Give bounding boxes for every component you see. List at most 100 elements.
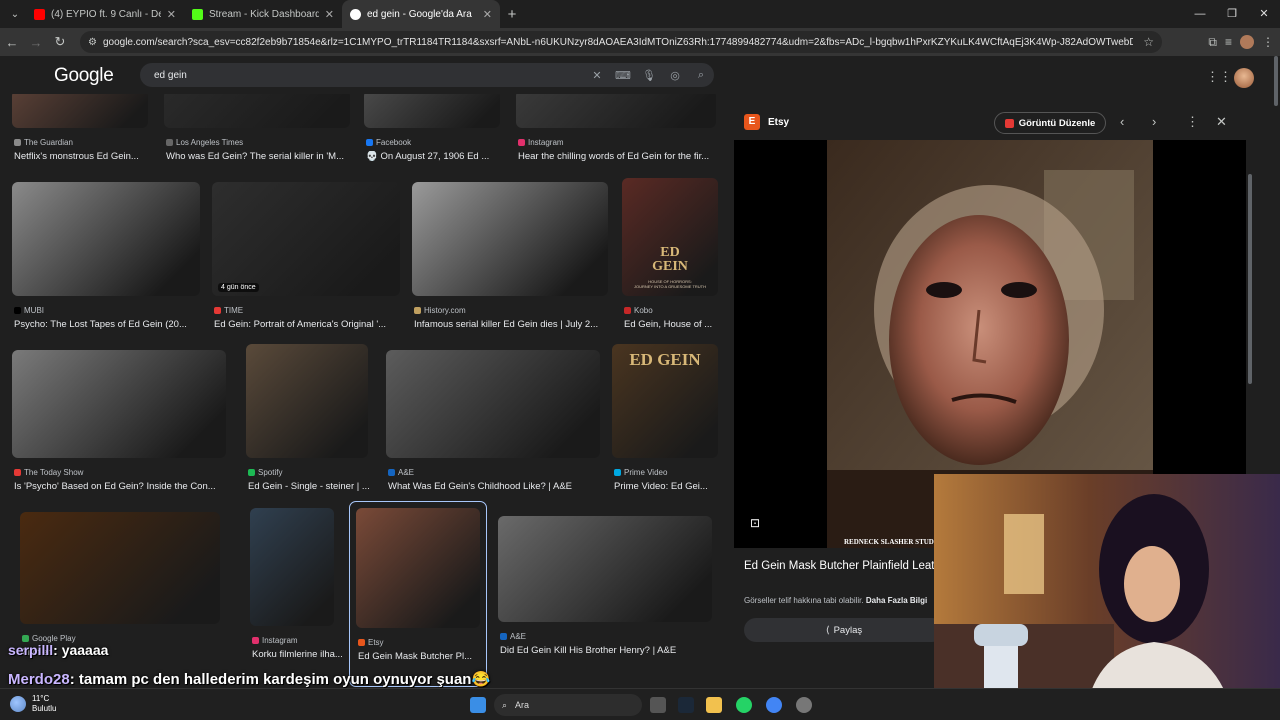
edit-image-label: Görüntü Düzenle bbox=[1018, 117, 1096, 129]
image-result[interactable]: 4 gün önce TIME Ed Gein: Portrait of Ameri… bbox=[212, 182, 408, 336]
result-title[interactable]: Did Ed Gein Kill His Brother Henry? | A&… bbox=[500, 645, 720, 656]
result-title[interactable]: 💀 On August 27, 1906 Ed ... bbox=[366, 151, 508, 162]
image-result[interactable]: Instagram Korku filmlerine ilha... bbox=[250, 508, 342, 666]
media-icon[interactable]: ≡ bbox=[1225, 35, 1232, 49]
result-title[interactable]: Ed Gein, House of ... bbox=[624, 319, 726, 330]
image-result[interactable]: Spotify Ed Gein - Single - steiner | ... bbox=[246, 344, 376, 498]
image-result[interactable]: Los Angeles Times Who was Ed Gein? The se… bbox=[164, 94, 358, 168]
close-icon[interactable]: ✕ bbox=[1216, 114, 1227, 130]
result-title[interactable]: Prime Video: Ed Gei... bbox=[614, 481, 726, 492]
menu-icon[interactable]: ⋮ bbox=[1262, 35, 1274, 49]
forward-icon[interactable]: → bbox=[24, 35, 48, 50]
result-thumbnail[interactable] bbox=[356, 508, 480, 628]
close-window-icon[interactable]: ✕ bbox=[1248, 0, 1280, 28]
whatsapp-icon[interactable] bbox=[736, 697, 752, 713]
result-title[interactable]: Is 'Psycho' Based on Ed Gein? Inside the… bbox=[14, 481, 234, 492]
image-result[interactable]: MUBI Psycho: The Lost Tapes of Ed Gein (2… bbox=[12, 182, 208, 336]
result-title[interactable]: Infamous serial killer Ed Gein dies | Ju… bbox=[414, 319, 616, 330]
result-thumbnail[interactable] bbox=[386, 350, 600, 458]
result-title[interactable]: Ed Gein: Portrait of America's Original … bbox=[214, 319, 408, 330]
more-options-icon[interactable]: ⋮ bbox=[1186, 114, 1199, 130]
result-source: A&E bbox=[388, 468, 414, 477]
preview-source[interactable]: E Etsy bbox=[744, 114, 789, 130]
file-explorer-icon[interactable] bbox=[706, 697, 722, 713]
result-source: Facebook bbox=[366, 138, 411, 147]
image-result[interactable]: ED GEIN Prime Video Prime Video: Ed Gei... bbox=[612, 344, 726, 498]
keyboard-icon[interactable]: ⌨ bbox=[610, 69, 636, 82]
reload-icon[interactable]: ↻ bbox=[48, 34, 72, 50]
image-result[interactable]: History.com Infamous serial killer Ed Gei… bbox=[412, 182, 616, 336]
result-thumbnail[interactable] bbox=[246, 344, 368, 458]
bookmark-star-icon[interactable]: ☆ bbox=[1143, 35, 1154, 49]
edit-image-button[interactable]: Görüntü Düzenle bbox=[994, 112, 1106, 134]
learn-more-link[interactable]: Daha Fazla Bilgi bbox=[866, 596, 927, 605]
task-view-icon[interactable] bbox=[650, 697, 666, 713]
microphone-icon[interactable]: 🎙 bbox=[636, 69, 662, 82]
tab-youtube[interactable]: (4) EYPİO ft. 9 Canlı - Deli dedi ✕ bbox=[26, 0, 184, 28]
image-result[interactable]: A&E What Was Ed Gein's Childhood Like? | … bbox=[386, 350, 608, 498]
result-title[interactable]: Psycho: The Lost Tapes of Ed Gein (20... bbox=[14, 319, 208, 330]
profile-icon[interactable] bbox=[1240, 35, 1254, 49]
thumbnail-text: ED GEIN bbox=[652, 245, 688, 275]
share-button[interactable]: ⟨ Paylaş bbox=[744, 618, 944, 642]
result-thumbnail[interactable] bbox=[364, 94, 500, 128]
lens-icon[interactable]: ◎ bbox=[662, 69, 688, 82]
previous-icon[interactable]: ‹ bbox=[1120, 114, 1124, 129]
avatar[interactable] bbox=[1234, 68, 1254, 88]
result-thumbnail[interactable] bbox=[12, 182, 200, 296]
result-thumbnail[interactable]: ED GEIN bbox=[612, 344, 718, 458]
lens-search-icon[interactable]: ⊡ bbox=[750, 516, 760, 530]
search-input[interactable]: ed gein bbox=[154, 70, 584, 81]
back-icon[interactable]: ← bbox=[0, 35, 24, 50]
image-result[interactable]: ED GEIN HOUSE OF HORRORS: JOURNEY INTO A … bbox=[622, 178, 726, 336]
close-tab-icon[interactable]: ✕ bbox=[167, 8, 176, 21]
taskbar-search[interactable]: ⌕ Ara bbox=[494, 694, 642, 716]
image-result[interactable]: A&E Did Ed Gein Kill His Brother Henry? |… bbox=[498, 516, 720, 662]
maximize-icon[interactable]: ❐ bbox=[1216, 0, 1248, 28]
tab-google[interactable]: ed gein - Google'da Ara ✕ bbox=[342, 0, 500, 28]
result-thumbnail[interactable] bbox=[12, 350, 226, 458]
close-tab-icon[interactable]: ✕ bbox=[483, 8, 492, 21]
result-thumbnail[interactable] bbox=[164, 94, 350, 128]
result-thumbnail[interactable] bbox=[498, 516, 712, 622]
settings-icon[interactable] bbox=[796, 697, 812, 713]
result-thumbnail[interactable]: ED GEIN HOUSE OF HORRORS: JOURNEY INTO A … bbox=[622, 178, 718, 296]
image-result[interactable]: Instagram Hear the chilling words of Ed G… bbox=[516, 94, 724, 168]
image-result[interactable]: Facebook 💀 On August 27, 1906 Ed ... bbox=[364, 94, 508, 168]
start-icon[interactable] bbox=[470, 697, 486, 713]
site-info-icon[interactable]: ⚙ bbox=[88, 37, 97, 48]
result-thumbnail[interactable] bbox=[20, 512, 220, 624]
result-title[interactable]: Hear the chilling words of Ed Gein for t… bbox=[518, 151, 724, 162]
search-icon[interactable]: ⌕ bbox=[688, 69, 714, 82]
weather-widget[interactable]: 11°C Bulutlu bbox=[10, 694, 56, 714]
clear-icon[interactable]: ✕ bbox=[584, 69, 610, 82]
result-title[interactable]: Korku filmlerine ilha... bbox=[252, 649, 342, 660]
result-thumbnail[interactable]: 4 gün önce bbox=[212, 182, 400, 296]
result-thumbnail[interactable] bbox=[516, 94, 716, 128]
image-result[interactable]: The Guardian Netflix's monstrous Ed Gein.… bbox=[12, 94, 156, 168]
next-icon[interactable]: › bbox=[1152, 114, 1156, 129]
result-thumbnail[interactable] bbox=[12, 94, 148, 128]
image-result[interactable]: Etsy Ed Gein Mask Butcher Pl... bbox=[349, 501, 488, 687]
result-thumbnail[interactable] bbox=[412, 182, 608, 296]
google-logo[interactable]: Google bbox=[54, 65, 114, 87]
result-title[interactable]: Ed Gein Mask Butcher Pl... bbox=[358, 651, 488, 662]
image-result[interactable]: The Today Show Is 'Psycho' Based on Ed Ge… bbox=[12, 350, 234, 498]
address-bar[interactable]: ⚙ google.com/search?sca_esv=cc82f2eb9b71… bbox=[80, 31, 1162, 53]
source-icon bbox=[366, 139, 373, 146]
steam-icon[interactable] bbox=[678, 697, 694, 713]
close-tab-icon[interactable]: ✕ bbox=[325, 8, 334, 21]
result-title[interactable]: Ed Gein - Single - steiner | ... bbox=[248, 481, 376, 492]
tab-search-icon[interactable]: ⌄ bbox=[4, 3, 26, 25]
result-title[interactable]: What Was Ed Gein's Childhood Like? | A&E bbox=[388, 481, 608, 492]
search-box[interactable]: ed gein ✕ ⌨ 🎙 ◎ ⌕ bbox=[140, 63, 714, 87]
chrome-icon[interactable] bbox=[766, 697, 782, 713]
chat-username: Merdo28 bbox=[8, 671, 70, 688]
minimize-icon[interactable]: — bbox=[1184, 0, 1216, 28]
new-tab-button[interactable]: + bbox=[500, 6, 524, 23]
result-title[interactable]: Netflix's monstrous Ed Gein... bbox=[14, 151, 156, 162]
tab-kick[interactable]: Stream - Kick Dashboard ✕ bbox=[184, 0, 342, 28]
result-thumbnail[interactable] bbox=[250, 508, 334, 626]
extensions-icon[interactable]: ⧉ bbox=[1208, 35, 1217, 50]
result-title[interactable]: Who was Ed Gein? The serial killer in 'M… bbox=[166, 151, 358, 162]
